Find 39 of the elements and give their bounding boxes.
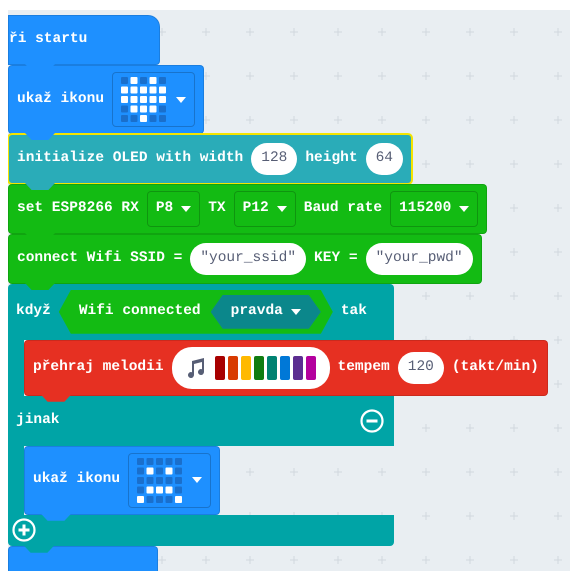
block-label: ukaž ikonu bbox=[17, 90, 104, 109]
block-label: initialize OLED with width bbox=[17, 149, 244, 168]
block-label: Baud rate bbox=[304, 199, 382, 218]
music-note-icon bbox=[186, 358, 206, 378]
icon-dropdown[interactable] bbox=[112, 72, 196, 127]
caret-icon bbox=[181, 206, 192, 212]
block-label: jinak bbox=[16, 410, 60, 430]
block-label: Wifi connected bbox=[78, 302, 201, 321]
block-label: (takt/min) bbox=[452, 358, 539, 377]
text-field[interactable]: "your_ssid" bbox=[190, 243, 306, 275]
led-matrix-icon bbox=[137, 458, 182, 503]
plus-icon bbox=[12, 518, 36, 542]
block-label: KEY = bbox=[314, 249, 358, 268]
number-field[interactable]: 64 bbox=[366, 143, 403, 175]
led-matrix-icon bbox=[121, 77, 166, 122]
block-label: set ESP8266 RX bbox=[17, 199, 139, 218]
block-label: tak bbox=[340, 302, 367, 321]
add-branch-button[interactable] bbox=[12, 518, 36, 542]
minus-icon bbox=[360, 408, 384, 433]
caret-icon bbox=[276, 206, 287, 212]
caret-icon bbox=[290, 308, 301, 315]
number-field[interactable]: 120 bbox=[398, 352, 444, 384]
icon-dropdown[interactable] bbox=[128, 452, 212, 508]
remove-else-button[interactable] bbox=[360, 408, 384, 433]
caret-icon bbox=[459, 206, 470, 212]
block-label: ukaž ikonu bbox=[33, 470, 120, 490]
block-label: connect Wifi SSID = bbox=[17, 249, 182, 268]
caret-icon bbox=[192, 477, 202, 484]
block-label: přehraj melodii bbox=[33, 358, 164, 377]
text-field[interactable]: "your_pwd" bbox=[366, 243, 473, 275]
melody-field[interactable] bbox=[172, 346, 330, 389]
boolean-dropdown[interactable]: pravda bbox=[210, 295, 321, 329]
block-label: ři startu bbox=[9, 30, 88, 50]
block-label: když bbox=[16, 302, 51, 321]
block-label: height bbox=[305, 149, 358, 168]
block-label: tempem bbox=[338, 358, 390, 377]
caret-icon bbox=[176, 96, 186, 102]
block-label: TX bbox=[208, 199, 226, 218]
number-field[interactable]: 128 bbox=[251, 143, 298, 175]
